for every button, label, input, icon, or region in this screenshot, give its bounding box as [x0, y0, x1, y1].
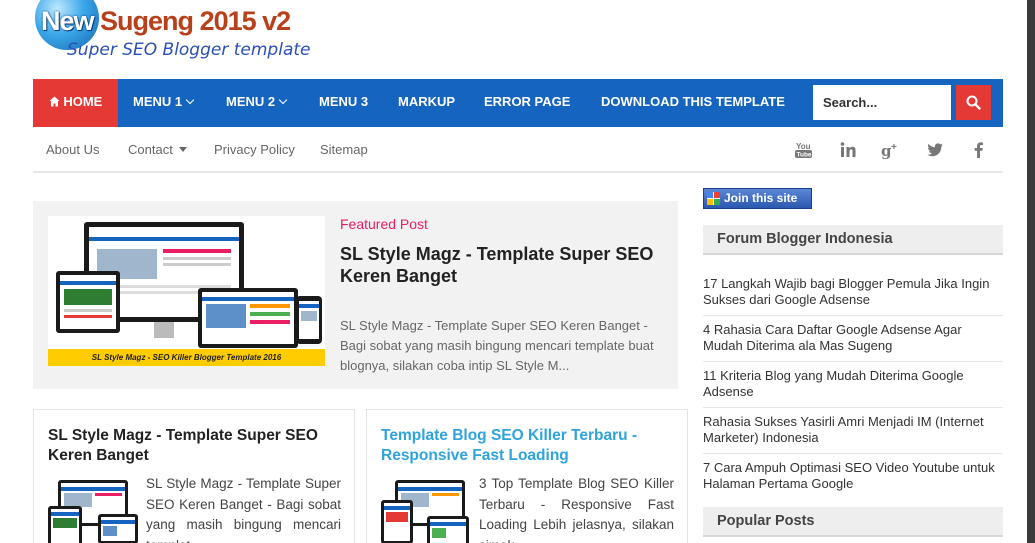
caret-down-icon — [178, 147, 187, 152]
site-logo[interactable]: New Sugeng 2015 v2 Super SEO Blogger tem… — [33, 0, 311, 72]
post-thumbnail[interactable] — [48, 476, 138, 543]
subnav-contact[interactable]: Contact — [128, 142, 187, 157]
main-nav: HOME MENU 1 MENU 2 MENU 3 MARKUP ERROR P… — [33, 79, 1003, 127]
subnav-contact-label: Contact — [128, 142, 173, 157]
facebook-icon[interactable] — [969, 140, 989, 160]
join-this-site-button[interactable]: Join this site — [703, 188, 812, 209]
svg-text:You: You — [796, 142, 811, 151]
featured-post: SL Style Magz - SEO Killer Blogger Templ… — [33, 201, 678, 389]
nav-menu-1[interactable]: MENU 1 — [133, 79, 195, 127]
featured-image-banner: SL Style Magz - SEO Killer Blogger Templ… — [48, 349, 325, 366]
linkedin-icon[interactable] — [838, 140, 858, 160]
search-button[interactable] — [956, 85, 991, 120]
logo-word-sugeng: Sugeng — [100, 6, 194, 36]
secondary-nav: About Us Contact Privacy Policy Sitemap … — [33, 127, 1003, 173]
forum-link-list: 17 Langkah Wajib bagi Blogger Pemula Jik… — [703, 270, 1003, 499]
twitter-icon[interactable] — [925, 140, 945, 160]
subnav-sitemap[interactable]: Sitemap — [320, 142, 368, 157]
join-label: Join this site — [724, 191, 798, 205]
list-item[interactable]: 17 Langkah Wajib bagi Blogger Pemula Jik… — [703, 270, 1003, 316]
post-excerpt: SL Style Magz - Template Super SEO Keren… — [146, 476, 341, 543]
featured-label: Featured Post — [340, 216, 428, 232]
list-item[interactable]: 4 Rahasia Cara Daftar Google Adsense Aga… — [703, 316, 1003, 362]
chevron-down-icon — [185, 95, 195, 105]
nav-home[interactable]: HOME — [33, 79, 118, 127]
featured-image[interactable]: SL Style Magz - SEO Killer Blogger Templ… — [48, 216, 325, 366]
nav-menu-3[interactable]: MENU 3 — [319, 79, 368, 127]
logo-word-version: 2015 v2 — [199, 6, 292, 36]
post-title[interactable]: Template Blog SEO Killer Terbaru - Respo… — [381, 426, 676, 466]
svg-text:+: + — [891, 142, 897, 153]
youtube-icon[interactable]: You Tube — [794, 140, 814, 160]
post-excerpt: 3 Top Template Blog SEO Killer Terbaru -… — [479, 476, 674, 543]
widget-title-text: Forum Blogger Indonesia — [717, 231, 893, 247]
nav-menu-2[interactable]: MENU 2 — [226, 79, 288, 127]
logo-tagline: Super SEO Blogger template — [67, 40, 311, 60]
widget-popular-posts-title: Popular Posts — [703, 507, 1003, 537]
subnav-privacy-policy[interactable]: Privacy Policy — [214, 142, 295, 157]
featured-title[interactable]: SL Style Magz - Template Super SEO Keren… — [340, 243, 660, 287]
nav-markup[interactable]: MARKUP — [398, 79, 455, 127]
list-item[interactable]: Rahasia Sukses Yasirli Amri Menjadi IM (… — [703, 408, 1003, 454]
list-item[interactable]: 11 Kriteria Blog yang Mudah Diterima Goo… — [703, 362, 1003, 408]
nav-error-page[interactable]: ERROR PAGE — [484, 79, 570, 127]
post-thumbnail[interactable] — [381, 476, 471, 543]
svg-text:Tube: Tube — [797, 152, 812, 159]
post-title[interactable]: SL Style Magz - Template Super SEO Keren… — [48, 426, 343, 466]
google-plus-icon[interactable]: g + — [881, 140, 901, 160]
list-item[interactable]: 7 Cara Ampuh Optimasi SEO Video Youtube … — [703, 454, 1003, 499]
nav-download-template[interactable]: DOWNLOAD THIS TEMPLATE — [601, 79, 785, 127]
tablet-mockup — [56, 271, 120, 333]
google-friend-connect-icon — [707, 192, 720, 205]
logo-word-new: New — [41, 6, 95, 36]
subnav-about-us[interactable]: About Us — [46, 142, 99, 157]
widget-forum-blogger-title: Forum Blogger Indonesia — [703, 225, 1003, 255]
laptop-mockup — [198, 288, 298, 348]
nav-menu-1-label: MENU 1 — [133, 94, 183, 109]
post-card: Template Blog SEO Killer Terbaru - Respo… — [366, 409, 688, 543]
home-icon — [49, 94, 64, 109]
post-card: SL Style Magz - Template Super SEO Keren… — [33, 409, 355, 543]
search-icon — [966, 95, 981, 110]
nav-menu-2-label: MENU 2 — [226, 94, 276, 109]
nav-home-label: HOME — [63, 94, 103, 109]
window-edge — [1027, 0, 1035, 543]
phone-mockup — [296, 296, 322, 344]
featured-excerpt: SL Style Magz - Template Super SEO Keren… — [340, 318, 654, 373]
widget-title-text: Popular Posts — [717, 513, 815, 529]
chevron-down-icon — [278, 95, 288, 105]
search-input[interactable] — [813, 85, 951, 120]
